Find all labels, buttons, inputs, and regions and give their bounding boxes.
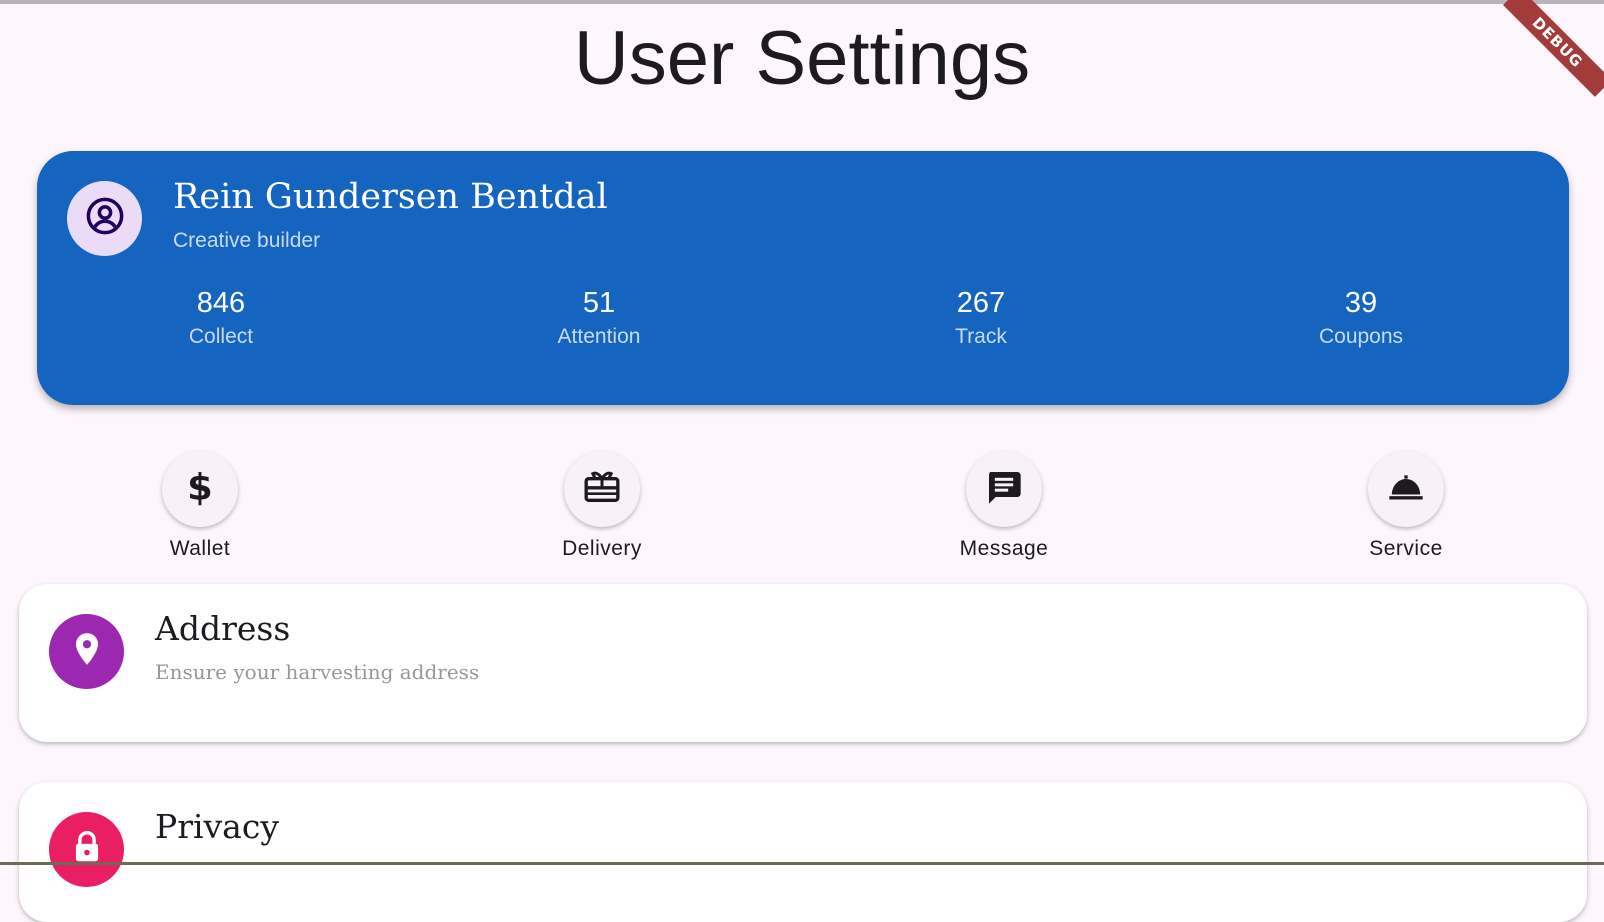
gift-card-icon: [582, 467, 622, 512]
page-title: User Settings: [573, 16, 1031, 101]
address-card[interactable]: Address Ensure your harvesting address: [19, 584, 1587, 742]
setting-title: Address: [155, 609, 291, 648]
privacy-icon-badge: [49, 812, 124, 887]
stat-coupons[interactable]: 39 Coupons: [1251, 284, 1471, 352]
user-name: Rein Gundersen Bentdal: [173, 177, 608, 217]
stat-label: Attention: [557, 325, 641, 348]
action-label: Message: [959, 537, 1049, 560]
action-wallet[interactable]: $ Wallet: [100, 451, 300, 564]
stat-attention[interactable]: 51 Attention: [489, 284, 709, 352]
stat-value: 846: [196, 287, 246, 319]
action-delivery[interactable]: Delivery: [502, 451, 702, 564]
action-label: Wallet: [169, 537, 231, 560]
address-icon-badge: [49, 614, 124, 689]
service-button[interactable]: [1368, 451, 1444, 527]
delivery-button[interactable]: [564, 451, 640, 527]
stat-collect[interactable]: 846 Collect: [111, 284, 331, 352]
room-service-icon: [1386, 467, 1426, 512]
setting-subtitle: Ensure your harvesting address: [155, 660, 480, 684]
privacy-card[interactable]: Privacy: [19, 782, 1587, 922]
stat-value: 51: [582, 287, 616, 319]
avatar[interactable]: [67, 181, 142, 256]
action-label: Service: [1369, 537, 1443, 560]
user-role: Creative builder: [173, 229, 321, 252]
stat-track[interactable]: 267 Track: [871, 284, 1091, 352]
profile-card[interactable]: Rein Gundersen Bentdal Creative builder …: [37, 151, 1569, 405]
message-button[interactable]: [966, 451, 1042, 527]
setting-title: Privacy: [155, 807, 279, 846]
action-label: Delivery: [562, 537, 642, 560]
message-icon: [984, 467, 1024, 512]
svg-text:$: $: [187, 467, 213, 507]
dollar-icon: $: [183, 465, 217, 512]
wallet-button[interactable]: $: [162, 451, 238, 527]
action-service[interactable]: Service: [1306, 451, 1506, 564]
location-pin-icon: [68, 630, 106, 673]
account-circle-icon: [84, 195, 126, 242]
top-divider: [0, 0, 1604, 4]
stat-label: Track: [955, 325, 1007, 348]
stat-value: 39: [1344, 287, 1378, 319]
stat-label: Coupons: [1318, 325, 1404, 348]
stat-value: 267: [956, 287, 1006, 319]
stat-label: Collect: [188, 325, 254, 348]
action-message[interactable]: Message: [904, 451, 1104, 564]
